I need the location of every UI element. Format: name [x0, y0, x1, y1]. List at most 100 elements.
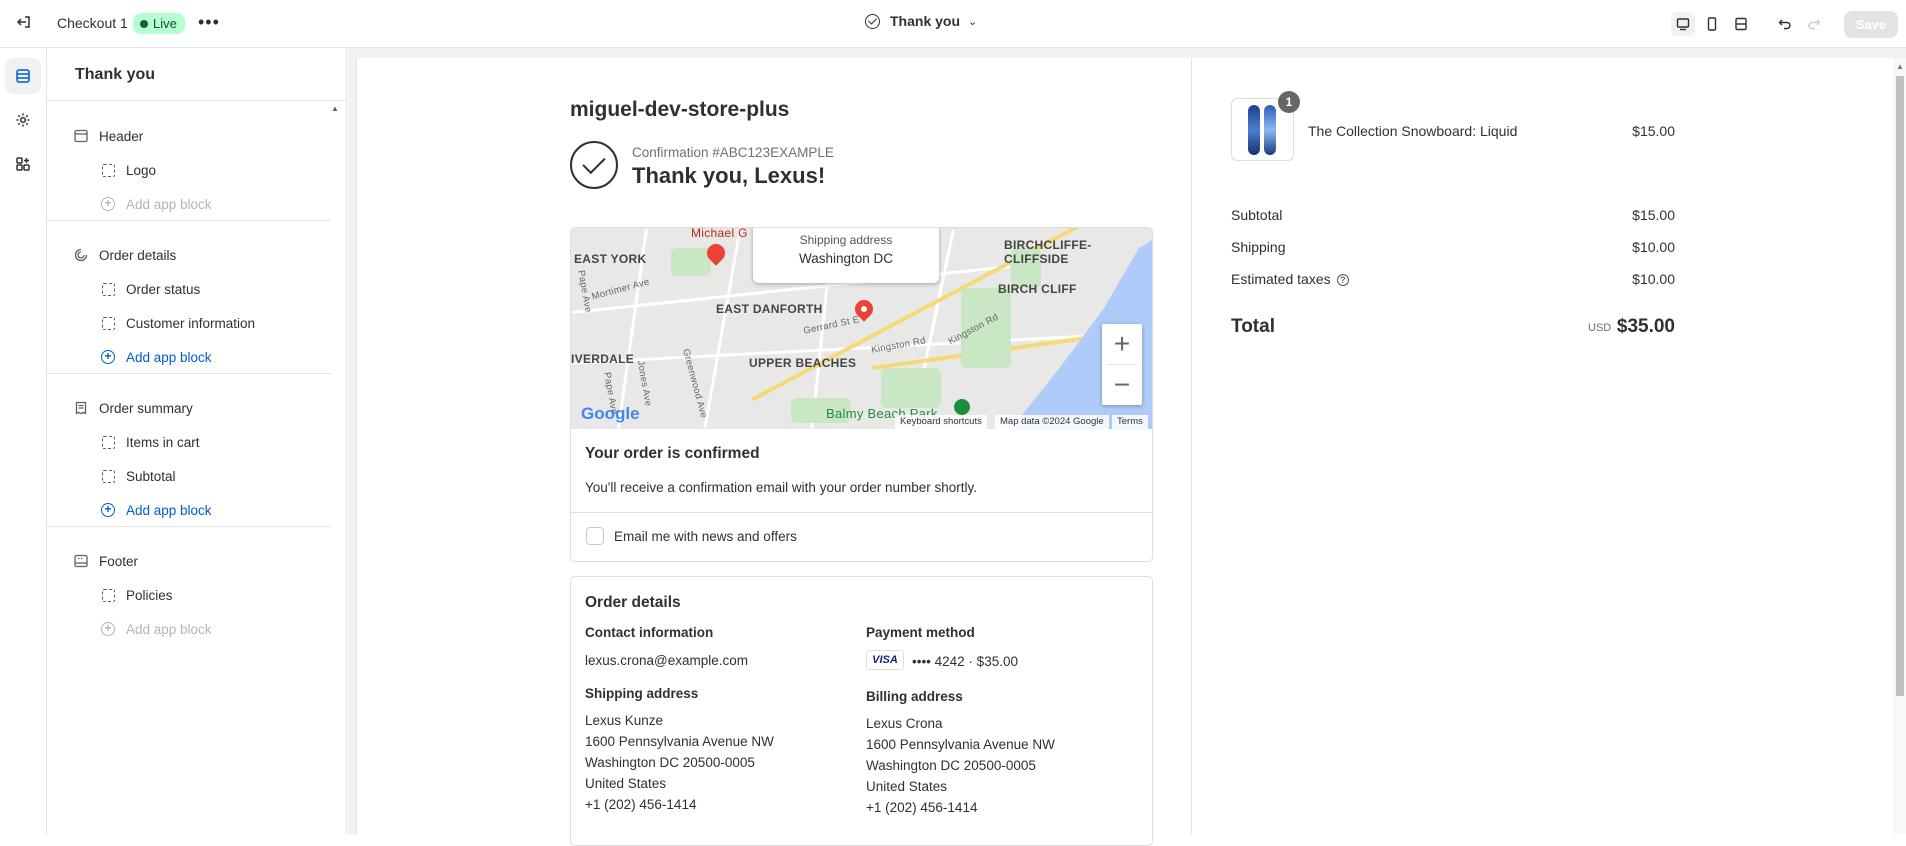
- apps-icon[interactable]: [5, 146, 41, 182]
- snowboard-image: [1264, 105, 1276, 155]
- top-bar: Checkout 1 Live ••• Thank you ⌄ Save: [0, 0, 1906, 48]
- scroll-up-icon[interactable]: ▲: [1896, 62, 1904, 71]
- billing-name: Lexus Crona: [866, 716, 943, 731]
- chevron-down-icon: ⌄: [968, 15, 978, 28]
- sections-icon[interactable]: [5, 58, 41, 94]
- footer-layout-icon: [73, 553, 89, 569]
- confirmation-check-icon: [570, 141, 618, 189]
- block-icon: [100, 587, 116, 603]
- map-zoom-control: + −: [1102, 324, 1142, 405]
- order-details-title: Order details: [585, 594, 681, 611]
- plus-circle-icon: +: [100, 502, 116, 518]
- block-icon: [100, 434, 116, 450]
- total-value: $35.00: [1616, 316, 1675, 337]
- divider: [47, 526, 331, 527]
- save-button[interactable]: Save: [1844, 11, 1898, 38]
- keyboard-shortcuts-link[interactable]: Keyboard shortcuts: [895, 415, 987, 429]
- page-selector-label: Thank you: [890, 13, 961, 29]
- product-price: $15.00: [1632, 123, 1675, 139]
- add-app-block-label: Add app block: [126, 349, 212, 365]
- shipping-map[interactable]: EAST YORK BIRCHCLIFFE-CLIFFSIDE BIRCH CL…: [571, 228, 1152, 429]
- order-summary-panel: [1192, 58, 1898, 834]
- shipping-street: 1600 Pennsylvania Avenue NW: [585, 734, 774, 749]
- visa-card-icon: VISA: [866, 650, 904, 670]
- estimated-taxes-row: Estimated taxes?: [1231, 271, 1349, 287]
- sidebar-item-label: Items in cart: [126, 434, 200, 450]
- sidebar-item-items-in-cart[interactable]: Items in cart: [100, 432, 200, 452]
- checkout-title: Checkout 1: [57, 15, 128, 31]
- scroll-up-icon[interactable]: ▲: [331, 104, 339, 113]
- sidebar-item-policies[interactable]: Policies: [100, 585, 173, 605]
- sidebar-item-label: Policies: [126, 587, 173, 603]
- sidebar-section-label: Order details: [99, 247, 177, 263]
- terms-link[interactable]: Terms: [1112, 415, 1148, 429]
- zoom-out-icon[interactable]: −: [1102, 365, 1142, 405]
- store-name: miguel-dev-store-plus: [570, 98, 790, 121]
- redo-icon[interactable]: [1802, 12, 1826, 36]
- add-app-block-label: Add app block: [126, 502, 212, 518]
- order-confirmed-text: You'll receive a confirmation email with…: [585, 480, 978, 495]
- map-park: [881, 368, 941, 408]
- sidebar-item-subtotal[interactable]: Subtotal: [100, 466, 176, 486]
- scrollbar-thumb[interactable]: [1896, 76, 1904, 696]
- snowboard-image: [1248, 105, 1260, 155]
- map-label: BIRCH CLIFF: [998, 282, 1077, 296]
- map-label: EAST YORK: [574, 252, 647, 266]
- add-app-block-button-order-details[interactable]: + Add app block: [100, 347, 212, 367]
- sidebar-title: Thank you: [75, 66, 156, 83]
- map-label: Kingston Rd: [870, 335, 927, 356]
- mobile-view-icon[interactable]: [1700, 12, 1724, 36]
- exit-icon[interactable]: [14, 14, 34, 34]
- sidebar-section-footer[interactable]: Footer: [73, 551, 138, 571]
- popup-value: Washington DC: [798, 251, 894, 266]
- quantity-badge: 1: [1278, 91, 1300, 113]
- add-app-block-button-order-summary[interactable]: + Add app block: [100, 500, 212, 520]
- email-opt-in-label: Email me with news and offers: [614, 529, 797, 544]
- header-layout-icon: [73, 128, 89, 144]
- shipping-country: United States: [585, 776, 667, 791]
- map-road: [571, 330, 1152, 365]
- shipping-value: $10.00: [1632, 239, 1675, 255]
- zoom-in-icon[interactable]: +: [1102, 324, 1142, 364]
- fullwidth-view-icon[interactable]: [1729, 12, 1753, 36]
- sidebar-item-order-status[interactable]: Order status: [100, 279, 200, 299]
- block-icon: [100, 315, 116, 331]
- sidebar-section-order-details[interactable]: Order details: [73, 245, 176, 265]
- sidebar-section-order-summary[interactable]: Order summary: [73, 398, 193, 418]
- add-app-block-button-header[interactable]: + Add app block: [100, 194, 212, 214]
- email-opt-in-checkbox[interactable]: [586, 527, 604, 545]
- map-park: [671, 248, 711, 276]
- sidebar-item-logo[interactable]: Logo: [100, 160, 156, 180]
- plus-circle-icon: +: [100, 621, 116, 637]
- subtotal-label: Subtotal: [1231, 207, 1283, 223]
- map-label: BIRCHCLIFFE-CLIFFSIDE: [1004, 238, 1092, 266]
- estimated-taxes-value: $10.00: [1632, 271, 1675, 287]
- add-app-block-button-footer[interactable]: + Add app block: [100, 619, 212, 639]
- preview-scrollbar[interactable]: ▲: [1893, 58, 1906, 834]
- settings-gear-icon[interactable]: [5, 102, 41, 138]
- divider: [47, 100, 347, 101]
- desktop-view-icon[interactable]: [1671, 12, 1695, 36]
- sidebar-item-label: Logo: [126, 162, 157, 178]
- sidebar-item-label: Subtotal: [126, 468, 176, 484]
- plus-circle-icon: +: [100, 196, 116, 212]
- order-status-icon: [73, 247, 89, 263]
- payment-details: •••• 4242 · $35.00: [912, 654, 1018, 669]
- info-icon[interactable]: ?: [1336, 274, 1349, 286]
- block-icon: [100, 281, 116, 297]
- block-icon: [100, 162, 116, 178]
- billing-city: Washington DC 20500-0005: [866, 758, 1036, 773]
- sidebar-section-label: Header: [99, 128, 144, 144]
- live-dot-icon: [140, 19, 148, 28]
- page-selector[interactable]: Thank you ⌄: [865, 13, 977, 29]
- shipping-city: Washington DC 20500-0005: [585, 755, 755, 770]
- undo-icon[interactable]: [1773, 12, 1797, 36]
- map-label: Mortimer Ave: [590, 276, 651, 303]
- sidebar-section-header[interactable]: Header: [73, 126, 143, 146]
- sidebar-section-label: Footer: [99, 553, 139, 569]
- sidebar-item-label: Order status: [126, 281, 201, 297]
- more-actions-icon[interactable]: •••: [198, 12, 220, 33]
- park-pin-icon: [954, 399, 970, 415]
- sidebar-item-customer-information[interactable]: Customer information: [100, 313, 255, 333]
- thank-you-heading: Thank you, Lexus!: [632, 163, 826, 188]
